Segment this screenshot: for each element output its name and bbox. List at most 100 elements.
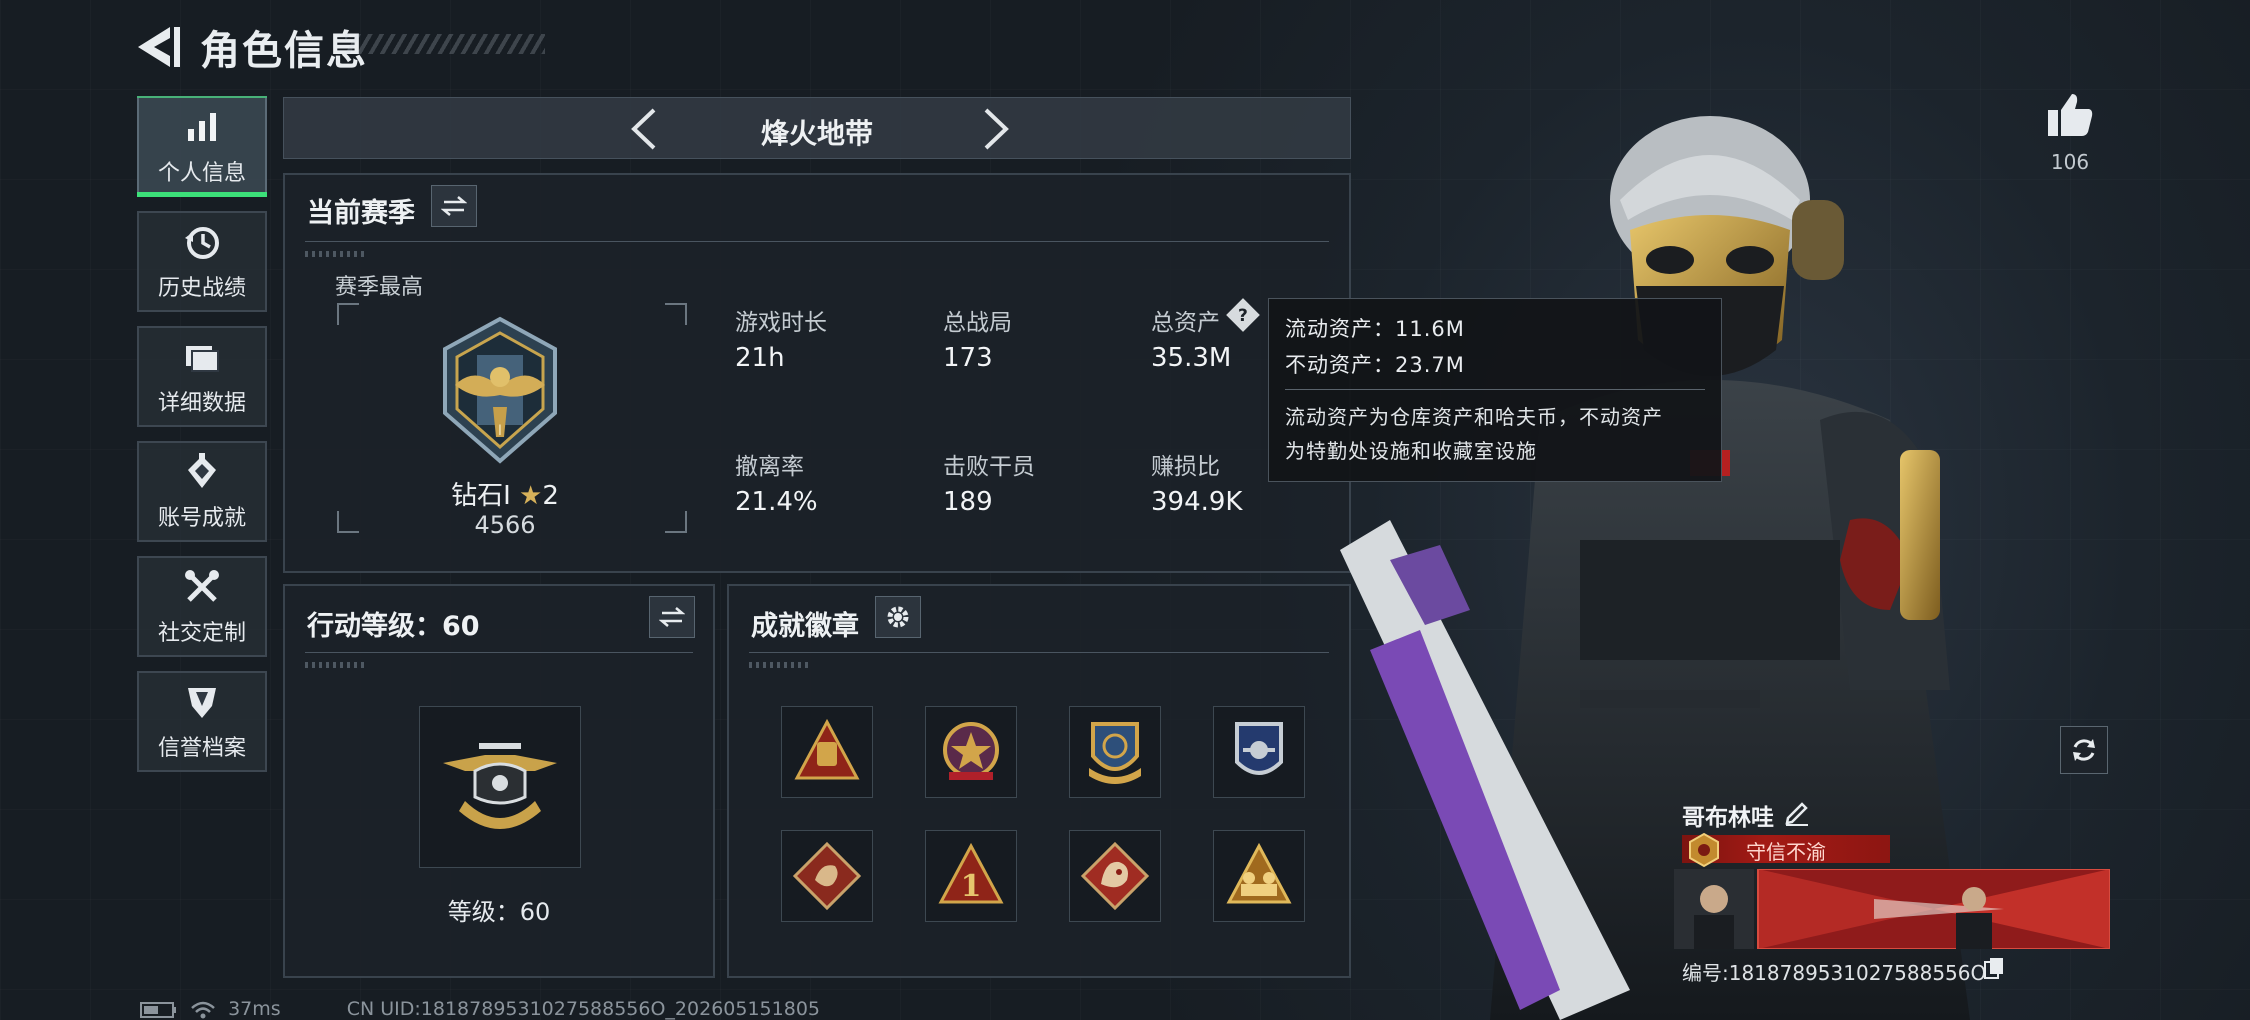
refresh-button[interactable] [2060,726,2108,774]
divider [1285,389,1705,390]
stat-value: 173 [943,343,993,373]
achievement-icon [188,452,216,488]
badge-slot[interactable] [1213,830,1305,922]
decoration-dots [305,251,365,257]
blue-shield-badge-icon [1235,722,1283,775]
fixed-assets: 不动资产：23.7M [1285,353,1465,377]
badge-slot[interactable]: 1 [925,830,1017,922]
level-title: 行动等级：60 [307,611,480,642]
sidebar-item-account-achievement[interactable]: 账号成就 [137,441,267,542]
badge-slot[interactable] [1069,706,1161,798]
svg-text:I: I [498,423,502,439]
sidebar-item-label: 社交定制 [157,620,246,646]
helicopter-level-emblem-icon [443,743,557,829]
shield-icon [188,687,216,718]
rank-name: 钻石Ⅰ [451,481,511,511]
refresh-icon [2073,739,2095,761]
stat-value: 21h [735,343,785,373]
sidebar-item-history[interactable]: 历史战绩 [137,211,267,312]
swap-arrows-icon [659,607,685,627]
history-clock-icon [185,226,219,259]
dragon-diamond-badge-icon [792,841,862,911]
sidebar-item-label: 详细数据 [157,390,246,416]
client-uid: CN UID:1818789531027588556O_202605151805 [346,998,820,1020]
action-level-panel: 行动等级：60 等级：60 [283,584,715,978]
sidebar-item-personal-info[interactable]: 个人信息 [137,96,267,197]
level-emblem-frame [419,706,581,868]
sidebar-item-label: 账号成就 [157,505,246,531]
season-switch-button[interactable] [431,185,477,227]
svg-text:1: 1 [961,869,982,904]
diamond-rank-emblem-icon: I [443,316,557,464]
title-emblem-icon [1689,832,1719,868]
season-title: 当前赛季 [307,198,415,229]
sidebar-item-detail-data[interactable]: 详细数据 [137,326,267,427]
tools-icon [185,569,219,602]
stat-value: 394.9K [1151,487,1243,517]
stat-label: 击败干员 [943,454,1035,480]
status-bar: 37ms CN UID:1818789531027588556O_2026051… [140,998,820,1020]
network-ping: 37ms [228,998,281,1020]
wifi-icon [191,1001,215,1018]
next-mode-arrow-icon[interactable] [976,106,1016,152]
frame-corner [665,511,687,533]
stat-label: 总战局 [943,310,1012,336]
stat-value: 35.3M [1151,343,1232,373]
stat-label: 赚损比 [1151,454,1220,480]
stat-label: 撤离率 [735,454,804,480]
page-title: 角色信息 [200,28,368,74]
rank-score: 4566 [474,511,536,539]
asset-help-icon[interactable]: ? [1226,298,1260,332]
achievement-badges-panel: 成就徽章 1 [727,584,1351,978]
sidebar-item-credit-record[interactable]: 信誉档案 [137,671,267,772]
copy-icon[interactable] [1983,956,2005,980]
back-arrow-icon[interactable] [136,24,184,70]
divider [305,652,693,653]
sidebar-item-label: 历史战绩 [157,275,246,301]
player-banner [1674,869,2110,949]
badge-slot[interactable] [925,706,1017,798]
swap-arrows-icon [441,196,467,216]
gear-icon [887,606,909,628]
frame-corner [665,303,687,325]
bar-chart-icon [188,112,216,141]
divider [749,652,1329,653]
divider [305,241,1329,242]
badges-title: 成就徽章 [751,611,859,642]
badge-slot[interactable] [781,706,873,798]
mode-title: 烽火地带 [760,117,873,150]
title-decoration [345,34,545,54]
stat-label: 总资产 [1151,310,1220,336]
thumbs-up-icon[interactable] [2046,92,2094,138]
number-one-badge-icon: 1 [938,842,1004,904]
level-switch-button[interactable] [649,596,695,638]
folder-icon [186,345,219,372]
beast-diamond-badge-icon [1080,841,1150,911]
rank-stars: 2 [542,481,559,511]
rank-name-row: 钻石Ⅰ ★2 [355,475,655,512]
badges-settings-button[interactable] [875,596,921,638]
tooltip-description-line: 流动资产为仓库资产和哈夫币，不动资产 [1285,405,1663,429]
like-count: 106 [2050,150,2090,174]
frame-corner [337,303,359,325]
mode-selector: 烽火地带 [283,97,1351,159]
decoration-dots [305,662,365,668]
decoration-dots [749,662,809,668]
edit-pencil-icon[interactable] [1782,798,1810,826]
liquid-assets: 流动资产：11.6M [1285,317,1465,341]
level-caption: 等级：60 [447,898,551,926]
sidebar-item-label: 信誉档案 [157,735,246,761]
badge-slot[interactable] [781,830,873,922]
stat-value: 21.4% [735,487,818,517]
sidebar: 个人信息 历史战绩 详细数据 账号成就 社交定制 信誉档案 [137,96,267,786]
stat-label: 游戏时长 [735,310,827,336]
squad-badge-icon [1226,842,1292,904]
badge-slot[interactable] [1069,830,1161,922]
star-badge-icon [943,722,999,780]
badge-slot[interactable] [1213,706,1305,798]
player-id: 编号:1818789531027588556O [1682,961,1987,985]
sidebar-item-social-custom[interactable]: 社交定制 [137,556,267,657]
player-name: 哥布林哇 [1682,805,1774,831]
triangle-pack-badge-icon [794,718,860,780]
tooltip-description-line: 为特勤处设施和收藏室设施 [1285,439,1537,463]
